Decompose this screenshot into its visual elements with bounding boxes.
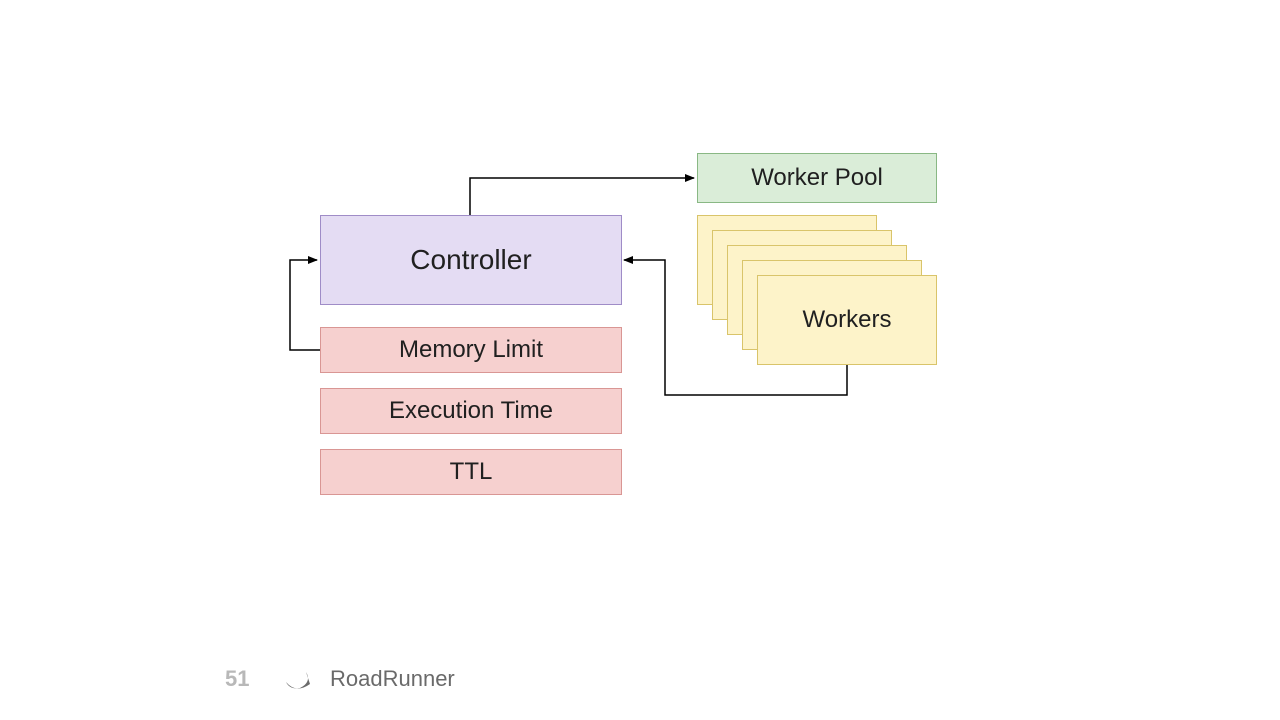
worker-pool-box: Worker Pool [697,153,937,203]
worker-pool-label: Worker Pool [751,164,883,192]
ttl-box: TTL [320,449,622,495]
arrows-overlay [0,0,1280,720]
workers-box: Workers [757,275,937,365]
controller-box: Controller [320,215,622,305]
workers-label: Workers [803,306,892,334]
execution-time-label: Execution Time [389,397,553,425]
controller-label: Controller [410,244,531,276]
memory-limit-box: Memory Limit [320,327,622,373]
execution-time-box: Execution Time [320,388,622,434]
page-number: 51 [225,666,249,692]
memory-limit-label: Memory Limit [399,336,543,364]
arrow-controller-to-workerpool [470,178,694,215]
roadrunner-logo-icon [282,664,320,694]
product-name: RoadRunner [330,666,455,692]
ttl-label: TTL [450,458,493,486]
arrow-memlimit-to-controller [290,260,320,350]
